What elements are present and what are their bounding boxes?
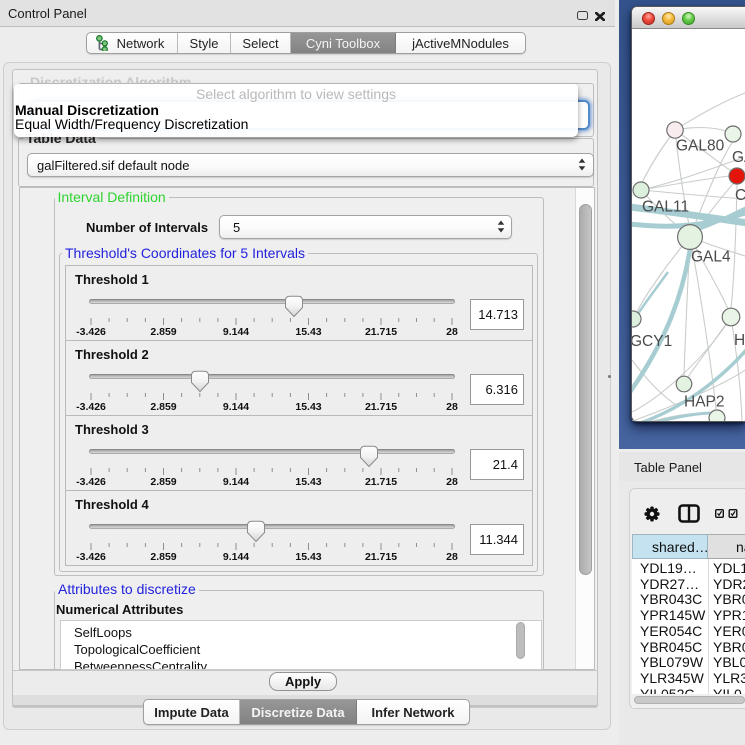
svg-text:GAL80: GAL80: [676, 138, 725, 155]
svg-text:GAL4: GAL4: [691, 248, 731, 265]
svg-text:HAP2: HAP2: [684, 394, 725, 411]
svg-text:GAL11: GAL11: [642, 198, 689, 215]
svg-text:GA: GA: [732, 149, 745, 166]
svg-text:H: H: [734, 332, 745, 349]
svg-text:C: C: [735, 187, 745, 204]
svg-text:GCY1: GCY1: [632, 333, 672, 350]
